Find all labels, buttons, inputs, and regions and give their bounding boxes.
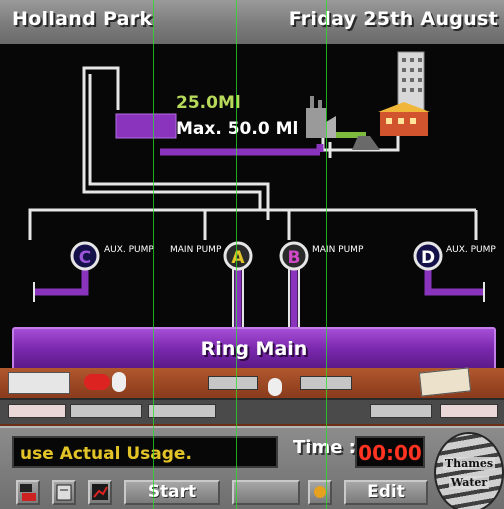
status-lane — [0, 398, 504, 424]
network-scene: 25.0Ml Max. 50.0 Ml C AUX. PUMP A MAIN P… — [0, 44, 504, 368]
pump-d-label: AUX. PUMP — [446, 245, 496, 255]
svg-text:B: B — [288, 248, 301, 268]
person-icon — [268, 378, 282, 396]
logo-text-thames: Thames — [442, 456, 496, 470]
svg-text:A: A — [231, 248, 245, 268]
pump-outlets — [34, 262, 484, 328]
reservoir-max: Max. 50.0 Ml — [176, 119, 298, 139]
svg-text:C: C — [79, 248, 91, 268]
title-bar: Holland Park Friday 25th August — [0, 0, 504, 46]
blank-button[interactable] — [232, 480, 300, 505]
time-label: Time : — [293, 437, 356, 458]
fax-icon[interactable] — [8, 372, 70, 394]
time-display: 00:00 — [355, 436, 425, 468]
status-strip — [0, 367, 504, 426]
date-label: Friday 25th August — [288, 8, 498, 30]
newspaper-icon[interactable] — [418, 367, 472, 397]
pump-b-label: MAIN PUMP — [312, 245, 364, 255]
pump-icon[interactable] — [52, 480, 76, 505]
supply-pipes — [160, 144, 324, 156]
person-icon — [112, 372, 126, 392]
meter-chip — [208, 376, 258, 390]
pump-c[interactable]: C — [70, 241, 100, 271]
pump-a-label: MAIN PUMP — [170, 245, 222, 255]
app-window: Holland Park Friday 25th August 25.0Ml M… — [0, 0, 504, 509]
pump-b[interactable]: B — [279, 241, 309, 271]
logo-text-water: Water — [448, 475, 490, 489]
message-display: use Actual Usage. — [12, 436, 278, 468]
pump-c-label: AUX. PUMP — [104, 245, 154, 255]
pump-d[interactable]: D — [413, 241, 443, 271]
ring-main-label: Ring Main — [200, 338, 308, 360]
svg-text:D: D — [421, 248, 435, 268]
location-title: Holland Park — [12, 8, 153, 30]
phone-icon[interactable] — [84, 374, 110, 390]
sun-icon[interactable] — [308, 480, 332, 505]
graph-icon[interactable] — [88, 480, 112, 505]
edit-button[interactable]: Edit — [344, 480, 428, 505]
network-icon[interactable] — [16, 480, 40, 505]
factory-icon — [306, 96, 366, 138]
reservoir-tank — [115, 113, 177, 139]
pump-a[interactable]: A — [223, 241, 253, 271]
ring-main: Ring Main — [12, 327, 496, 371]
control-panel: use Actual Usage. Time : 00:00 Thames Wa… — [0, 426, 504, 509]
thames-water-logo: Thames Water — [434, 432, 504, 509]
meter-chip — [300, 376, 352, 390]
road-icon — [352, 136, 380, 150]
start-button[interactable]: Start — [124, 480, 220, 505]
reservoir-level: 25.0Ml — [176, 93, 241, 113]
